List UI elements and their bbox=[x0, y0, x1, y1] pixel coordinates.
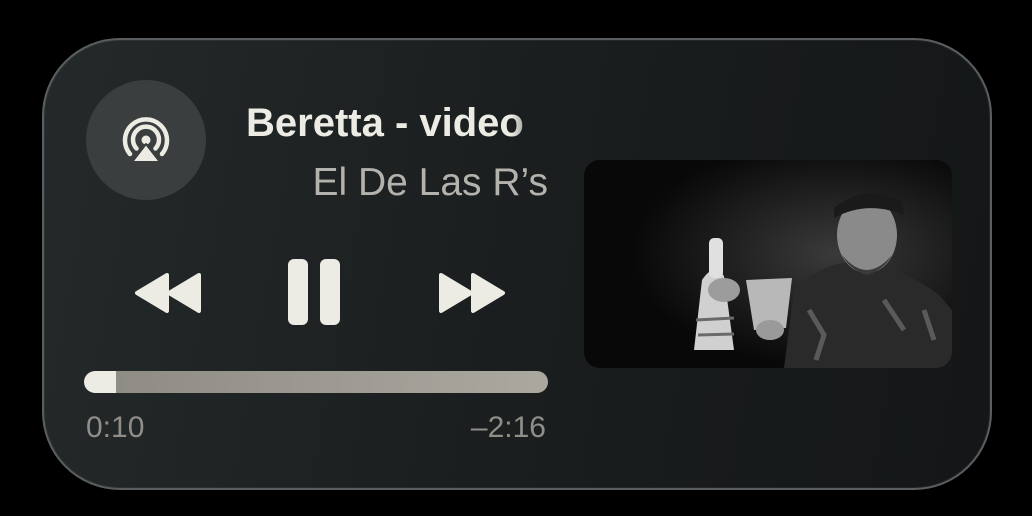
track-title: Beretta - video bbox=[246, 101, 524, 145]
pause-icon bbox=[288, 259, 340, 325]
progress-fill bbox=[84, 371, 117, 393]
now-playing-widget: Beretta - video El De Las R’s 0:10 –2:16 bbox=[42, 38, 992, 490]
video-frame-image bbox=[584, 160, 952, 368]
track-title-container: Beretta - video bbox=[246, 96, 548, 150]
remaining-time: –2:16 bbox=[470, 411, 546, 444]
progress-bar[interactable] bbox=[84, 371, 548, 393]
rewind-icon bbox=[135, 273, 201, 313]
video-thumbnail[interactable] bbox=[584, 160, 952, 368]
track-artist: El De Las R’s bbox=[312, 161, 548, 204]
fast-forward-icon bbox=[439, 273, 505, 313]
airplay-button[interactable] bbox=[86, 80, 206, 200]
pause-button[interactable] bbox=[282, 252, 346, 332]
airplay-audio-icon bbox=[122, 117, 170, 163]
fast-forward-button[interactable] bbox=[430, 260, 514, 326]
elapsed-time: 0:10 bbox=[86, 411, 145, 444]
rewind-button[interactable] bbox=[126, 260, 210, 326]
